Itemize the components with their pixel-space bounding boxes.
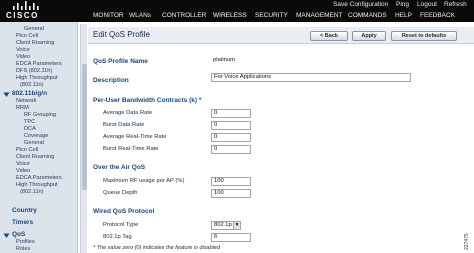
tag-input[interactable]: 6	[211, 233, 251, 242]
sidebar-item-pico-cell-2[interactable]: Pico Cell	[16, 147, 38, 154]
average-real-time-rate-input[interactable]: 0	[211, 133, 251, 142]
sidebar-item-rrm[interactable]: RRM	[16, 105, 29, 112]
sidebar-item-high-throughput[interactable]: High Throughput	[16, 75, 58, 82]
sidebar-item-rf-grouping[interactable]: RF Grouping	[24, 112, 56, 119]
queue-depth-input[interactable]: 100	[211, 189, 251, 198]
protocol-type-label: Protocol Type	[103, 222, 139, 228]
sidebar-item-country[interactable]: Country	[12, 207, 37, 214]
sidebar-item-coverage[interactable]: Coverage	[24, 133, 48, 140]
sidebar-item-network[interactable]: Network	[16, 98, 37, 105]
page-title: Edit QoS Profile	[93, 30, 150, 39]
sidebar-item-voice-2[interactable]: Voice	[16, 161, 30, 168]
sidebar-item-edca-parameters[interactable]: EDCA Parameters	[16, 61, 62, 68]
sidebar-item-video-2[interactable]: Video	[16, 168, 30, 175]
sidebar-item-pico-cell[interactable]: Pico Cell	[16, 33, 38, 40]
tag-label: 802.1p Tag	[103, 234, 132, 240]
sidebar-item-voice[interactable]: Voice	[16, 47, 30, 54]
footnote: * The value zero (0) indicates the featu…	[93, 245, 220, 251]
menu-monitor[interactable]: MONITOR	[93, 12, 124, 22]
save-configuration-link[interactable]: Save Configuration	[333, 1, 388, 10]
menu-help[interactable]: HELP	[395, 12, 412, 22]
average-data-rate-label: Average Data Rate	[103, 110, 153, 116]
sidebar-item-general[interactable]: General	[24, 26, 44, 33]
chevron-down-icon[interactable]: ▼	[233, 222, 240, 229]
figure-reference: 227475	[464, 196, 472, 250]
average-real-time-rate-label: Average Real-Time Rate	[103, 134, 167, 140]
max-rf-usage-input[interactable]: 100	[211, 177, 251, 186]
ping-link[interactable]: Ping	[396, 1, 409, 10]
sidebar-item-roles[interactable]: Roles	[16, 246, 30, 253]
sidebar-item-video[interactable]: Video	[16, 54, 30, 61]
bandwidth-section-heading: Per-User Bandwidth Contracts (k) *	[93, 97, 202, 104]
air-qos-section-heading: Over the Air QoS	[93, 164, 146, 171]
collapse-icon[interactable]	[3, 91, 10, 98]
max-rf-usage-label: Maximum RF usage per AP (%)	[103, 178, 185, 184]
burst-data-rate-label: Burst Data Rate	[103, 122, 145, 128]
scrollbar-thumb[interactable]	[82, 64, 87, 190]
description-label: Description	[93, 77, 129, 84]
burst-data-rate-input[interactable]: 0	[211, 121, 251, 130]
description-input[interactable]: For Voice Applications	[211, 73, 411, 82]
average-data-rate-input[interactable]: 0	[211, 109, 251, 118]
sidebar-item-high-throughput-sub-2[interactable]: (802.11n)	[20, 189, 44, 196]
back-button[interactable]: < Back	[310, 31, 348, 41]
sidebar-item-profiles[interactable]: Profiles	[16, 239, 35, 246]
sidebar-item-high-throughput-sub[interactable]: (802.11n)	[20, 82, 44, 89]
profile-name-value: platinum	[213, 57, 235, 63]
sidebar-item-dca[interactable]: DCA	[24, 126, 36, 133]
burst-real-time-rate-label: Burst Real-Time Rate	[103, 146, 159, 152]
refresh-link[interactable]: Refresh	[444, 1, 467, 10]
menu-wlans[interactable]: WLANs	[129, 12, 151, 22]
sidebar-item-general-2[interactable]: General	[24, 140, 44, 147]
burst-real-time-rate-input[interactable]: 0	[211, 145, 251, 154]
menu-security[interactable]: SECURITY	[255, 12, 288, 22]
sidebar-item-dfs[interactable]: DFS (802.11h)	[16, 68, 52, 75]
reset-to-defaults-button[interactable]: Reset to defaults	[391, 31, 457, 41]
queue-depth-label: Queue Depth	[103, 190, 138, 196]
logo-text: CISCO	[6, 11, 39, 20]
profile-name-label: QoS Profile Name	[93, 58, 148, 65]
logout-link[interactable]: Logout	[417, 1, 437, 10]
cisco-bars-icon	[13, 1, 39, 10]
menu-management[interactable]: MANAGEMENT	[296, 12, 343, 22]
sidebar-item-tpc[interactable]: TPC	[24, 119, 35, 126]
collapse-icon[interactable]	[3, 232, 10, 239]
sidebar-item-qos[interactable]: QoS	[12, 231, 25, 238]
apply-button[interactable]: Apply	[352, 31, 386, 41]
sidebar-item-802-11bgn[interactable]: 802.11b/g/n	[12, 90, 47, 97]
sidebar-item-client-roaming-2[interactable]: Client Roaming	[16, 154, 54, 161]
sidebar-scrollbar[interactable]	[80, 24, 87, 253]
menu-feedback[interactable]: FEEDBACK	[420, 12, 455, 22]
menu-controller[interactable]: CONTROLLER	[162, 12, 206, 22]
protocol-type-value: 802.1p	[214, 222, 232, 228]
sidebar-item-edca-parameters-2[interactable]: EDCA Parameters	[16, 175, 62, 182]
wired-qos-section-heading: Wired QoS Protocol	[93, 208, 155, 215]
protocol-type-select[interactable]: 802.1p ▼	[211, 221, 241, 230]
sidebar-item-high-throughput-2[interactable]: High Throughput	[16, 182, 58, 189]
cisco-logo: CISCO	[6, 1, 46, 21]
figure-reference-number: 227475	[464, 233, 470, 250]
sidebar-item-timers[interactable]: Timers	[12, 219, 33, 226]
menu-wireless[interactable]: WIRELESS	[213, 12, 247, 22]
menu-commands[interactable]: COMMANDS	[348, 12, 387, 22]
sidebar-item-client-roaming[interactable]: Client Roaming	[16, 40, 54, 47]
